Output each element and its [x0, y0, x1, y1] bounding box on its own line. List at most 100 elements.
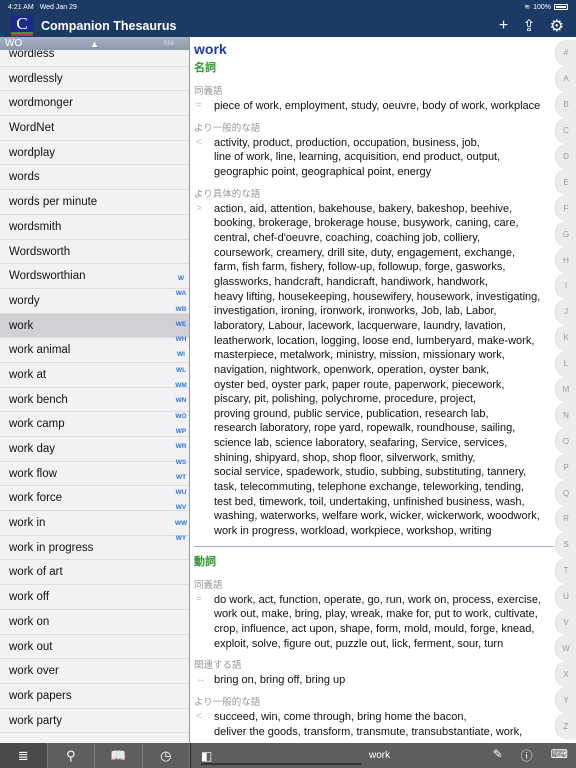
list-icon[interactable]: ≣: [0, 743, 48, 768]
list-item[interactable]: wordy: [0, 289, 189, 314]
gear-icon[interactable]: ⚙: [550, 16, 564, 36]
synonym-line[interactable]: masterpiece, metalwork, ministry, missio…: [214, 348, 554, 363]
synonym-line[interactable]: line of work, line, learning, acquisitio…: [214, 150, 554, 165]
synonym-line[interactable]: heavy lifting, housekeeping, housewifery…: [214, 290, 554, 305]
synonym-line[interactable]: laboratory, Labour, lacework, lacquerwar…: [214, 319, 554, 334]
synonym-line[interactable]: test bed, timework, toil, undertaking, u…: [214, 495, 554, 510]
synonym-line[interactable]: do work, act, function, operate, go, run…: [214, 593, 554, 608]
synonym-line[interactable]: geographic point, geographical point, en…: [214, 165, 554, 180]
alpha-index-a[interactable]: A: [556, 65, 576, 92]
synonym-line[interactable]: work in progress, workload, workpiece, w…: [214, 524, 554, 539]
synonym-line[interactable]: piscary, pit, polishing, polychrome, pro…: [214, 392, 554, 407]
alpha-index-u[interactable]: U: [556, 583, 576, 610]
alpha-index-k[interactable]: K: [556, 324, 576, 351]
list-item[interactable]: work day: [0, 437, 189, 462]
sub-index-item[interactable]: WV: [172, 500, 189, 515]
list-item[interactable]: work force: [0, 486, 189, 512]
sub-index-item[interactable]: WI: [172, 347, 189, 362]
list-item[interactable]: work papers: [0, 684, 189, 709]
synonym-line[interactable]: booking, brokerage, brokerage house, bus…: [214, 216, 554, 231]
alpha-index-j[interactable]: J: [556, 298, 576, 325]
sub-index-item[interactable]: WB: [172, 302, 189, 317]
search-icon[interactable]: ⚲: [48, 743, 95, 768]
synonym-line[interactable]: bring on, bring off, bring up: [214, 673, 554, 688]
list-item[interactable]: wordsmith: [0, 215, 189, 240]
sub-index-item[interactable]: WU: [172, 485, 189, 500]
alpha-index-d[interactable]: D: [556, 143, 576, 170]
list-item[interactable]: work in progress: [0, 536, 189, 561]
list-item[interactable]: work at: [0, 363, 189, 388]
synonym-line[interactable]: oyster bed, oyster park, paper route, pa…: [214, 378, 554, 393]
list-item[interactable]: work on: [0, 610, 189, 635]
alpha-index-v[interactable]: V: [556, 609, 576, 636]
synonym-line[interactable]: farm, fish farm, fishery, follow-up, fol…: [214, 260, 554, 275]
alpha-index-w[interactable]: W: [556, 635, 576, 662]
alpha-index-n[interactable]: N: [556, 402, 576, 429]
synonym-line[interactable]: deliver the goods, transform, transmute,…: [214, 725, 554, 740]
alpha-index-p[interactable]: P: [556, 454, 576, 481]
list-item[interactable]: Wordsworthian: [0, 264, 189, 289]
scroll-up-icon[interactable]: ▲: [90, 39, 99, 49]
word-list[interactable]: wordless wordlessly wordmonger WordNet wordp…: [0, 42, 189, 734]
keyboard-icon[interactable]: ⌨: [551, 747, 568, 764]
sub-index-item[interactable]: WR: [172, 439, 189, 454]
list-item[interactable]: work: [0, 313, 189, 339]
list-item[interactable]: work party: [0, 709, 189, 734]
alpha-index-t[interactable]: T: [556, 557, 576, 584]
synonym-line[interactable]: work out, make, bring, play, wreak, make…: [214, 607, 554, 622]
list-item[interactable]: wordplay: [0, 141, 189, 166]
sub-index-item[interactable]: WL: [172, 363, 189, 378]
alpha-index-h[interactable]: H: [556, 247, 576, 274]
alpha-index-y[interactable]: Y: [556, 687, 576, 714]
alpha-index-q[interactable]: Q: [556, 480, 576, 507]
list-item[interactable]: WordNet: [0, 116, 189, 141]
list-item[interactable]: work bench: [0, 388, 189, 413]
sub-index-item[interactable]: WP: [172, 424, 189, 439]
list-item[interactable]: work out: [0, 635, 189, 660]
alpha-index-o[interactable]: O: [556, 428, 576, 455]
synonym-line[interactable]: action, aid, attention, bakehouse, baker…: [214, 202, 554, 217]
list-item[interactable]: work off: [0, 585, 189, 610]
sub-index-item[interactable]: WO: [172, 409, 189, 424]
alpha-index-hash[interactable]: #: [556, 40, 576, 66]
list-item[interactable]: work in: [0, 511, 189, 536]
alpha-index-b[interactable]: B: [556, 91, 576, 118]
alpha-index-l[interactable]: L: [556, 350, 576, 377]
synonym-line[interactable]: piece of work, employment, study, oeuvre…: [214, 99, 554, 114]
alpha-index-f[interactable]: F: [556, 195, 576, 222]
list-item[interactable]: work animal: [0, 338, 189, 363]
synonym-line[interactable]: exploit, solve, figure out, puzzle out, …: [214, 637, 554, 652]
history-icon[interactable]: ◷: [143, 743, 190, 768]
list-item[interactable]: wordmonger: [0, 91, 189, 117]
synonym-line[interactable]: investigation, ironing, ironwork, ironwo…: [214, 304, 554, 319]
sub-index-item[interactable]: WS: [172, 455, 189, 470]
synonym-line[interactable]: task, telecommuting, telephone exchange,…: [214, 480, 554, 495]
sub-index-item[interactable]: WT: [172, 470, 189, 485]
alpha-index-x[interactable]: X: [556, 661, 576, 688]
share-icon[interactable]: ⇪: [522, 16, 535, 36]
sub-index-item[interactable]: WW: [172, 516, 189, 531]
alpha-index-m[interactable]: M: [556, 376, 576, 403]
edit-icon[interactable]: ✎: [493, 747, 503, 764]
synonym-line[interactable]: coursework, creamery, drill site, duty, …: [214, 246, 554, 261]
plus-icon[interactable]: +: [499, 17, 508, 35]
synonym-line[interactable]: science lab, science laboratory, seafari…: [214, 436, 554, 451]
list-item[interactable]: wordlessly: [0, 67, 189, 92]
alpha-index-r[interactable]: R: [556, 506, 576, 532]
alpha-index-z[interactable]: Z: [556, 713, 576, 740]
alpha-index-s[interactable]: S: [556, 531, 576, 558]
synonym-line[interactable]: washing, waterworks, welfare work, wicke…: [214, 509, 554, 524]
synonym-line[interactable]: proving ground, public service, publicat…: [214, 407, 554, 422]
list-item[interactable]: Wordsworth: [0, 240, 189, 265]
info-icon[interactable]: ⓘ: [521, 747, 533, 764]
alpha-index-i[interactable]: I: [556, 273, 576, 299]
sidebar-toggle-icon[interactable]: ◧: [201, 749, 212, 763]
list-item[interactable]: words per minute: [0, 190, 189, 215]
list-item[interactable]: work of art: [0, 560, 189, 586]
sub-index-item[interactable]: WN: [172, 393, 189, 408]
list-item[interactable]: work over: [0, 659, 189, 684]
alpha-index-e[interactable]: E: [556, 169, 576, 196]
book-icon[interactable]: 📖: [95, 743, 143, 768]
synonym-line[interactable]: social service, spadework, studio, subbi…: [214, 465, 554, 480]
synonym-line[interactable]: activity, product, production, occupatio…: [214, 136, 554, 151]
